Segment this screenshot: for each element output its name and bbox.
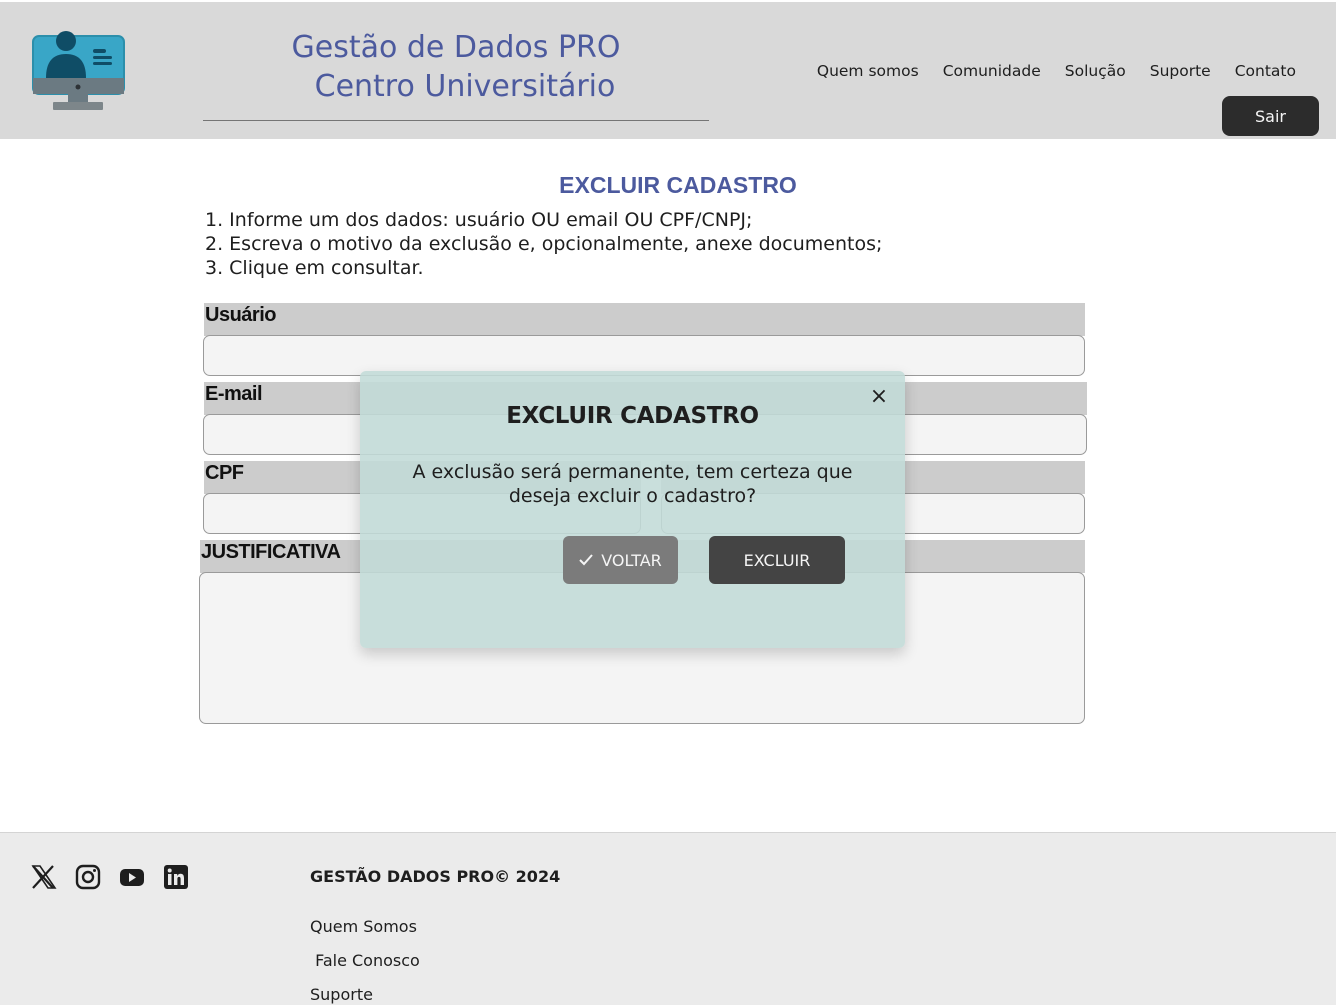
instruction-step-1: 1. Informe um dos dados: usuário OU emai… — [205, 209, 753, 231]
footer-link-fale-conosco[interactable]: Fale Conosco — [310, 951, 420, 970]
page-title: EXCLUIR CADASTRO — [559, 172, 797, 198]
brand-title: Gestão de Dados PRO Centro Universitário — [203, 28, 709, 121]
instruction-step-2: 2. Escreva o motivo da exclusão e, opcio… — [205, 233, 883, 255]
nav-suporte[interactable]: Suporte — [1150, 62, 1211, 80]
nav-solucao[interactable]: Solução — [1065, 62, 1126, 80]
confirm-delete-modal: × EXCLUIR CADASTRO A exclusão será perma… — [360, 371, 905, 648]
x-icon[interactable] — [30, 863, 58, 891]
back-button-label: VOLTAR — [601, 550, 662, 570]
youtube-icon[interactable] — [118, 863, 146, 891]
back-button[interactable]: VOLTAR — [563, 536, 678, 584]
modal-title: EXCLUIR CADASTRO — [506, 403, 759, 429]
nav-comunidade[interactable]: Comunidade — [943, 62, 1041, 80]
modal-message: A exclusão será permanente, tem certeza … — [412, 461, 853, 507]
site-footer: GESTÃO DADOS PRO© 2024 Quem Somos Fale C… — [0, 832, 1336, 1005]
footer-link-suporte[interactable]: Suporte — [310, 985, 373, 1004]
usuario-label: Usuário — [204, 303, 1085, 336]
brand-line-2: Centro Universitário — [314, 69, 616, 104]
logout-button[interactable]: Sair — [1222, 96, 1319, 136]
brand-line-1: Gestão de Dados PRO — [291, 30, 621, 65]
site-header: Gestão de Dados PRO Centro Universitário… — [0, 2, 1336, 139]
confirm-delete-button[interactable]: EXCLUIR — [709, 536, 845, 584]
footer-link-quem-somos[interactable]: Quem Somos — [310, 917, 417, 936]
instruction-step-3: 3. Clique em consultar. — [205, 257, 424, 279]
nav-quem-somos[interactable]: Quem somos — [817, 62, 919, 80]
copyright-text: GESTÃO DADOS PRO© 2024 — [310, 867, 561, 886]
nav-contato[interactable]: Contato — [1235, 62, 1296, 80]
social-icons — [30, 863, 190, 891]
instagram-icon[interactable] — [74, 863, 102, 891]
linkedin-icon[interactable] — [162, 863, 190, 891]
check-icon — [579, 554, 593, 566]
usuario-input[interactable] — [203, 335, 1085, 376]
logo-computer-user-icon — [30, 28, 126, 114]
instruction-list: 1. Informe um dos dados: usuário OU emai… — [205, 208, 882, 280]
top-nav: Quem somos Comunidade Solução Suporte Co… — [817, 62, 1296, 80]
